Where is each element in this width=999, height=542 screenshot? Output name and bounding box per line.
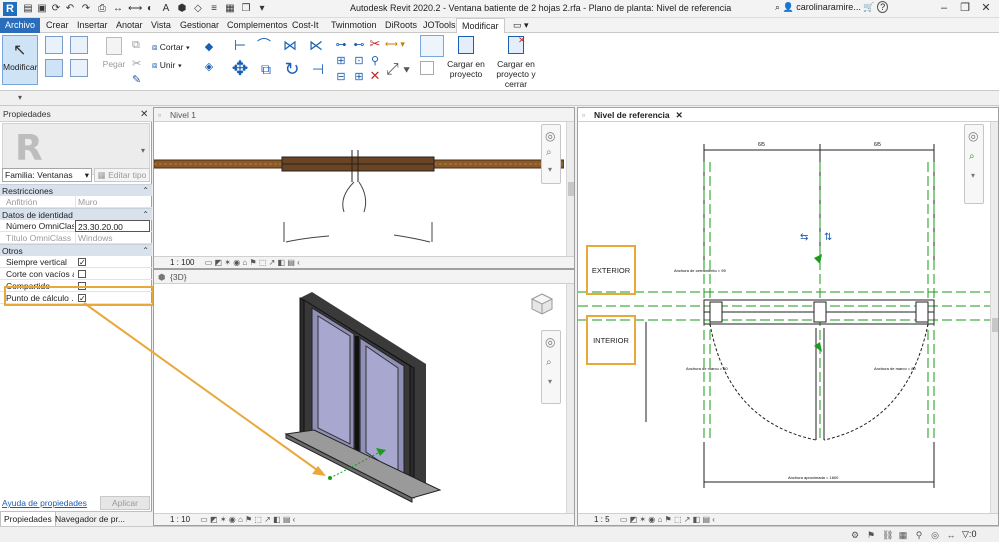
workset-icon[interactable]: ⚙: [850, 530, 860, 540]
filter-value: 0: [971, 529, 977, 539]
annotation-arrow: [83, 302, 326, 476]
drag-elements-icon[interactable]: ↔: [946, 530, 956, 540]
select-links-icon[interactable]: ⛓: [882, 530, 893, 540]
select-underlay-icon[interactable]: ▦: [898, 530, 908, 540]
select-pinned-icon[interactable]: ⚲: [914, 530, 924, 540]
design-options-icon[interactable]: ⚑: [866, 530, 876, 540]
status-bar: ⚙ ⚑ ⛓ ▦ ⚲ ◎ ↔ ▽:0: [0, 526, 999, 542]
select-face-icon[interactable]: ◎: [930, 530, 940, 540]
filter-count[interactable]: ▽:0: [962, 529, 976, 540]
filter-icon: ▽: [962, 529, 969, 539]
